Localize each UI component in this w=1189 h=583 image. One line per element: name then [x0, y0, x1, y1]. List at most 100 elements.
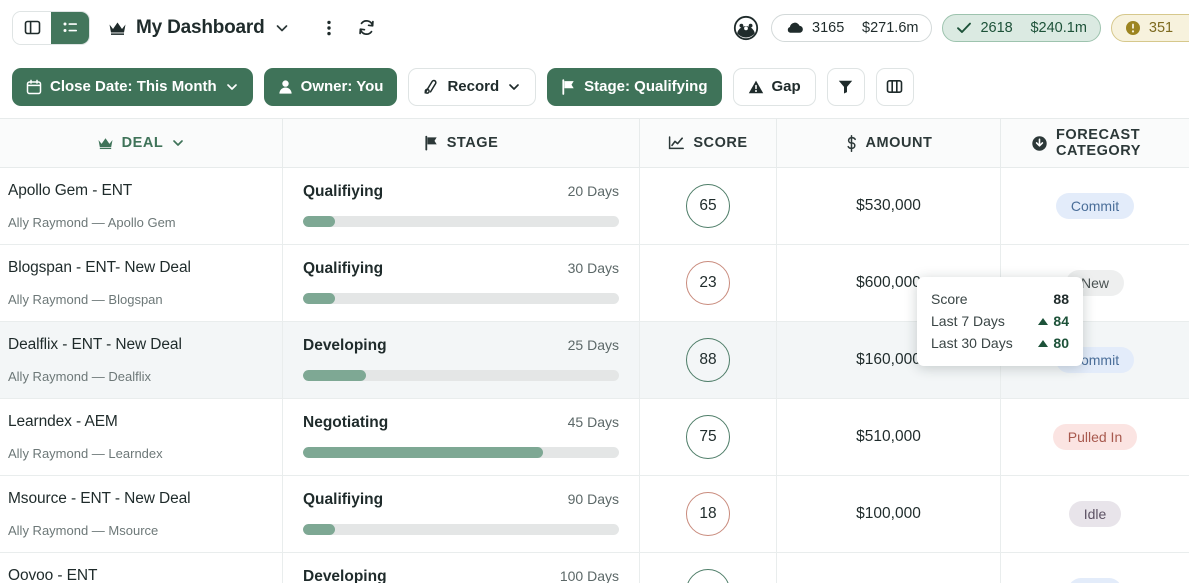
- stat-amount: $271.6m: [862, 20, 918, 36]
- board-view-toggle[interactable]: [13, 12, 51, 44]
- deal-subtitle: Ally Raymond — Apollo Gem: [8, 215, 282, 230]
- column-header-forecast-category[interactable]: FORECAST CATEGORY: [1001, 118, 1189, 168]
- caret-up-icon: [1038, 340, 1048, 347]
- filter-close-date[interactable]: Close Date: This Month: [12, 68, 253, 106]
- score-badge: 18: [686, 492, 730, 536]
- refresh-icon: [357, 18, 376, 37]
- stat-count: 2618: [980, 20, 1022, 36]
- cell-stage: Developing25 Days: [283, 322, 640, 398]
- calendar-icon: [26, 79, 42, 95]
- more-options-button[interactable]: [314, 13, 344, 43]
- tooltip-value: 84: [1038, 313, 1069, 329]
- table-row[interactable]: Learndex - AEMAlly Raymond — LearndexNeg…: [0, 399, 1189, 476]
- kebab-menu-icon: [321, 19, 337, 37]
- cell-score[interactable]: 65: [640, 168, 777, 244]
- tooltip-number: 80: [1053, 335, 1069, 351]
- caret-up-icon: [1038, 318, 1048, 325]
- column-header-amount[interactable]: AMOUNT: [777, 118, 1001, 168]
- download-icon: [1031, 135, 1048, 152]
- cell-deal[interactable]: Apollo Gem - ENT Ally Raymond — Apollo Ge…: [0, 168, 283, 244]
- dollar-icon: [845, 135, 858, 152]
- stage-days: 100 Days: [560, 568, 619, 583]
- cell-forecast[interactable]: [1001, 553, 1189, 583]
- cell-stage: Negotiating45 Days: [283, 399, 640, 475]
- funnel-icon: [837, 78, 854, 95]
- deal-subtitle: Ally Raymond — Dealflix: [8, 369, 282, 384]
- column-header-stage[interactable]: STAGE: [283, 118, 640, 168]
- team-avatar[interactable]: [731, 13, 761, 43]
- top-bar: My Dashboard: [0, 0, 1189, 55]
- cell-score[interactable]: [640, 553, 777, 583]
- score-badge: 65: [686, 184, 730, 228]
- filter-gap[interactable]: Gap: [733, 68, 816, 106]
- trend-icon: [668, 135, 685, 151]
- dashboard-title-group[interactable]: My Dashboard: [108, 17, 290, 39]
- filter-stage[interactable]: Stage: Qualifying: [547, 68, 721, 106]
- cell-forecast[interactable]: Commit: [1001, 168, 1189, 244]
- deal-name: Apollo Gem - ENT: [8, 182, 282, 200]
- column-header-label: STAGE: [447, 135, 499, 151]
- cell-forecast[interactable]: Pulled In: [1001, 399, 1189, 475]
- stage-name: Developing: [303, 568, 387, 583]
- table-body: Apollo Gem - ENT Ally Raymond — Apollo Ge…: [0, 168, 1189, 583]
- table-row[interactable]: Oovoo - ENT Developing 100 Days: [0, 553, 1189, 583]
- stat-pill-closed[interactable]: 2618 $240.1m: [942, 14, 1100, 42]
- flag-icon: [561, 79, 576, 95]
- filter-record[interactable]: Record: [408, 68, 536, 106]
- table-row[interactable]: Msource - ENT - New DealAlly Raymond — M…: [0, 476, 1189, 553]
- columns-icon: [886, 78, 903, 95]
- page-title: My Dashboard: [136, 17, 265, 39]
- filter-owner[interactable]: Owner: You: [264, 68, 398, 106]
- tooltip-label: Last 7 Days: [931, 313, 1005, 329]
- cell-stage: Qualifiying90 Days: [283, 476, 640, 552]
- filter-label: Gap: [772, 78, 801, 95]
- cell-deal[interactable]: Dealflix - ENT - New DealAlly Raymond — …: [0, 322, 283, 398]
- cell-score[interactable]: 88: [640, 322, 777, 398]
- alert-icon: [1125, 20, 1141, 36]
- stage-days: 30 Days: [568, 260, 619, 276]
- deal-name: Blogspan - ENT- New Deal: [8, 259, 282, 277]
- filter-bar: Close Date: This Month Owner: You Record: [0, 55, 1189, 118]
- chevron-down-icon[interactable]: [171, 136, 185, 150]
- cloud-icon: [785, 20, 804, 35]
- stat-count: 351: [1149, 20, 1189, 36]
- cell-score[interactable]: 23: [640, 245, 777, 321]
- cell-deal[interactable]: Msource - ENT - New DealAlly Raymond — M…: [0, 476, 283, 552]
- columns-button[interactable]: [876, 68, 914, 106]
- warning-icon: [748, 79, 764, 95]
- cell-stage: Qualifiying30 Days: [283, 245, 640, 321]
- cell-score[interactable]: 75: [640, 399, 777, 475]
- cell-score[interactable]: 18: [640, 476, 777, 552]
- column-header-label: DEAL: [122, 135, 164, 151]
- refresh-button[interactable]: [352, 13, 382, 43]
- column-header-deal[interactable]: DEAL: [0, 118, 283, 168]
- filter-label: Close Date: This Month: [50, 78, 217, 95]
- cell-deal[interactable]: Learndex - AEMAlly Raymond — Learndex: [0, 399, 283, 475]
- view-mode-toggle[interactable]: [12, 11, 90, 45]
- table-row[interactable]: Apollo Gem - ENT Ally Raymond — Apollo Ge…: [0, 168, 1189, 245]
- column-header-label: FORECAST CATEGORY: [1056, 127, 1189, 159]
- column-header-label: AMOUNT: [866, 135, 933, 151]
- cell-forecast[interactable]: Idle: [1001, 476, 1189, 552]
- column-header-score[interactable]: SCORE: [640, 118, 777, 168]
- cell-stage: Qualifiying20 Days: [283, 168, 640, 244]
- stage-days: 20 Days: [568, 183, 619, 199]
- score-badge: 75: [686, 415, 730, 459]
- columns-icon: [24, 19, 41, 36]
- deal-name: Learndex - AEM: [8, 413, 282, 431]
- filter-label: Record: [447, 78, 499, 95]
- forecast-badge: Idle: [1069, 501, 1122, 527]
- stage-days: 45 Days: [568, 414, 619, 430]
- cell-deal[interactable]: Blogspan - ENT- New DealAlly Raymond — B…: [0, 245, 283, 321]
- list-view-toggle[interactable]: [51, 12, 89, 44]
- funnel-button[interactable]: [827, 68, 865, 106]
- cell-deal[interactable]: Oovoo - ENT: [0, 553, 283, 583]
- tooltip-row: Last 7 Days 84: [931, 310, 1069, 332]
- stage-progress-bar: [303, 524, 619, 535]
- tooltip-number: 84: [1053, 313, 1069, 329]
- stat-pill-pipeline[interactable]: 3165 $271.6m: [771, 14, 932, 42]
- stage-progress-bar: [303, 447, 619, 458]
- stage-progress-bar: [303, 370, 619, 381]
- stat-pill-at-risk[interactable]: 351 $: [1111, 14, 1189, 42]
- chevron-down-icon[interactable]: [274, 20, 290, 36]
